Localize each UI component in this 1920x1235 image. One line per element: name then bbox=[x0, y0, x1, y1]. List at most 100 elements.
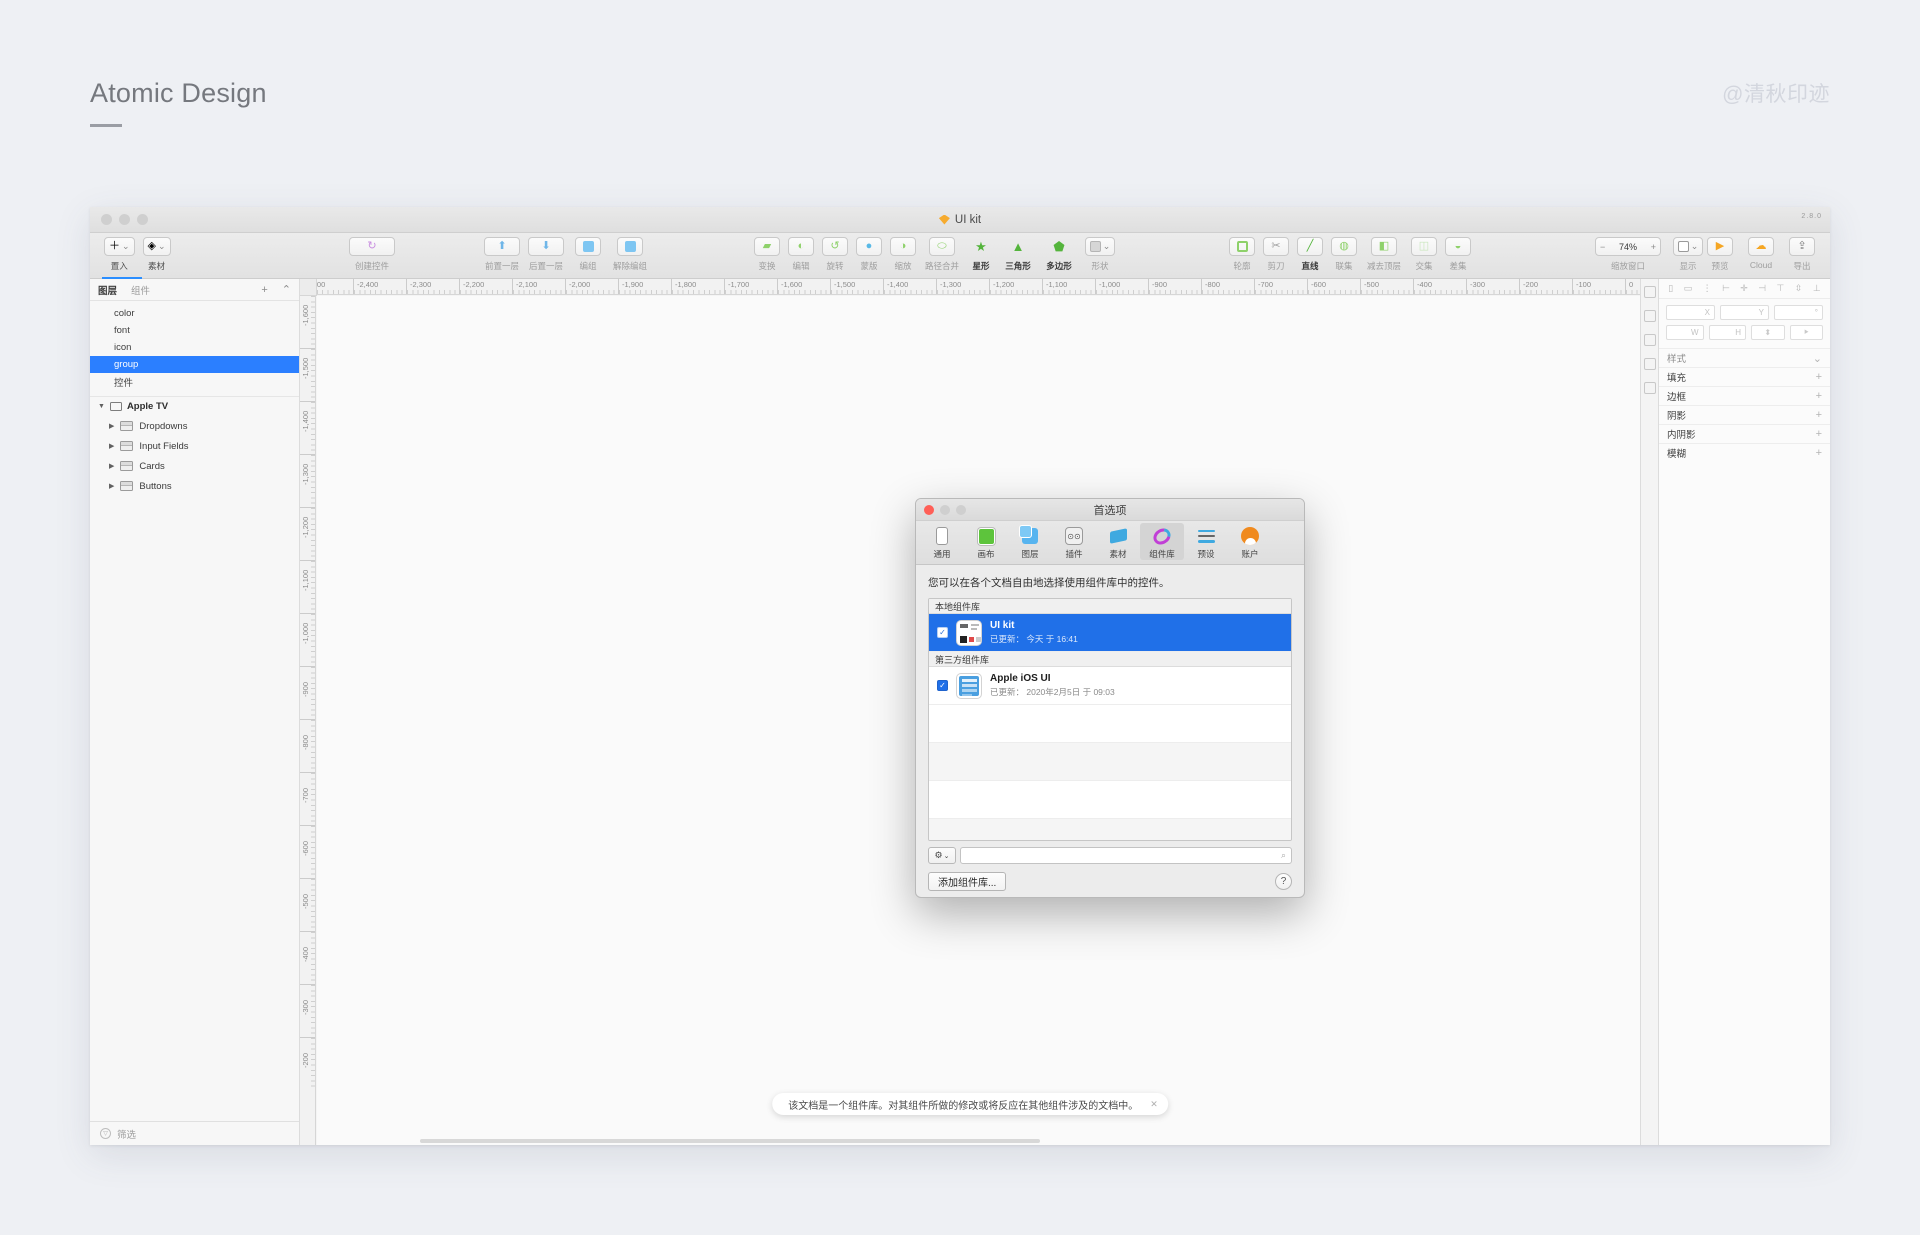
align-center-h-icon[interactable]: ▭ bbox=[1684, 283, 1693, 294]
align-bottom-icon[interactable]: ⊥ bbox=[1813, 283, 1821, 294]
intersect-icon[interactable]: ◫ bbox=[1411, 237, 1437, 256]
chevron-right-icon[interactable]: ▶ bbox=[109, 422, 114, 430]
preferences-dialog[interactable]: 首选项 通用 画布 图层 ⊙⊙ 插件 素材 组件库 预设 账户 您可以在各个文档… bbox=[915, 498, 1305, 898]
toolbar-item-zoom[interactable]: − 74% + 缩放窗口 bbox=[1590, 237, 1666, 272]
page-item-controls[interactable]: 控件 bbox=[90, 373, 299, 390]
chevron-down-icon[interactable]: ▼ bbox=[98, 403, 105, 410]
x-field[interactable]: X bbox=[1666, 305, 1715, 320]
toolbar-item-ungroup[interactable]: 解除编组 bbox=[608, 237, 652, 272]
flip-vertical-button[interactable]: ⯈ bbox=[1789, 325, 1823, 340]
transform-icon[interactable]: ▰ bbox=[754, 237, 780, 256]
ungroup-icon[interactable] bbox=[617, 237, 643, 256]
plus-chevron-icon[interactable]: ＋ ⌄ bbox=[104, 237, 135, 256]
distribute-v-icon[interactable]: ⇳ bbox=[1795, 283, 1803, 294]
library-checkbox[interactable]: ✓ bbox=[937, 680, 948, 691]
library-checkbox[interactable]: ✓ bbox=[937, 627, 948, 638]
page-item-font[interactable]: font bbox=[90, 322, 299, 339]
add-fill-icon[interactable]: + bbox=[1816, 371, 1822, 383]
rotate-icon[interactable]: ↺ bbox=[822, 237, 848, 256]
prefs-tab-general[interactable]: 通用 bbox=[920, 523, 964, 560]
toolbar-item-triangle[interactable]: ▲ 三角形 bbox=[998, 237, 1038, 272]
align-left-icon[interactable]: ▯ bbox=[1668, 283, 1673, 294]
distribute-h-icon[interactable]: ⋮ bbox=[1703, 283, 1712, 294]
bring-forward-icon[interactable]: ⬆ bbox=[484, 237, 520, 256]
align-middle-icon[interactable]: ✛ bbox=[1740, 283, 1748, 294]
edit-icon[interactable]: ◐ bbox=[788, 237, 814, 256]
align-top-icon[interactable]: ⊤ bbox=[1777, 283, 1785, 294]
prefs-tab-account[interactable]: 账户 bbox=[1228, 523, 1272, 560]
toolbar-item-edit[interactable]: ◐ 编辑 bbox=[784, 237, 818, 272]
toolbar-item-mask[interactable]: ● 蒙版 bbox=[852, 237, 886, 272]
insert-symbol-icon[interactable] bbox=[1643, 310, 1656, 322]
add-page-icon[interactable]: + bbox=[261, 284, 267, 296]
layout-icon[interactable] bbox=[1643, 382, 1656, 394]
cloud-icon[interactable]: ☁ bbox=[1748, 237, 1774, 256]
toolbar-item-send-backward[interactable]: ⬇ 后置一层 bbox=[524, 237, 568, 272]
send-backward-icon[interactable]: ⬇ bbox=[528, 237, 564, 256]
chevron-right-icon[interactable]: ▶ bbox=[109, 442, 114, 450]
prefs-tab-plugins[interactable]: ⊙⊙ 插件 bbox=[1052, 523, 1096, 560]
toolbar-item-bring-forward[interactable]: ⬆ 前置一层 bbox=[480, 237, 524, 272]
chevron-right-icon[interactable]: ▶ bbox=[109, 462, 114, 470]
inspector-section-border[interactable]: 边框 + bbox=[1659, 386, 1830, 405]
export-icon[interactable]: ⇪ bbox=[1789, 237, 1815, 256]
list-icon[interactable] bbox=[1643, 334, 1656, 346]
add-border-icon[interactable]: + bbox=[1816, 390, 1822, 402]
zoom-in-button[interactable]: + bbox=[1651, 242, 1656, 252]
search-input[interactable] bbox=[966, 850, 1281, 861]
toolbar-item-create-component[interactable]: ↻ 创建控件 bbox=[342, 237, 402, 272]
chevron-down-icon[interactable]: ⌄ bbox=[1813, 352, 1822, 365]
grid-icon[interactable] bbox=[1643, 358, 1656, 370]
shape-chevron-icon[interactable]: ⌄ bbox=[1084, 237, 1116, 256]
chevron-right-icon[interactable]: ▶ bbox=[109, 482, 114, 490]
add-shadow-icon[interactable]: + bbox=[1816, 409, 1822, 421]
refresh-icon[interactable]: ↻ bbox=[349, 237, 395, 256]
search-field[interactable]: ⌕ bbox=[960, 847, 1292, 864]
prefs-tab-preset[interactable]: 预设 bbox=[1184, 523, 1228, 560]
close-icon[interactable]: ✕ bbox=[1150, 1099, 1158, 1110]
width-field[interactable]: W bbox=[1666, 325, 1704, 340]
toolbar-item-intersect[interactable]: ◫ 交集 bbox=[1407, 237, 1441, 272]
prefs-tab-library[interactable]: 组件库 bbox=[1140, 523, 1184, 560]
zoom-out-button[interactable]: − bbox=[1600, 242, 1605, 252]
play-icon[interactable]: ▶ bbox=[1707, 237, 1733, 256]
toolbar-item-insert[interactable]: ＋ ⌄ 置入 bbox=[100, 237, 139, 272]
polygon-icon[interactable]: ⬟ bbox=[1046, 237, 1072, 256]
toolbar-item-shape[interactable]: ⌄ 形状 bbox=[1080, 237, 1120, 272]
toolbar-item-export[interactable]: ⇪ 导出 bbox=[1782, 237, 1822, 272]
toolbar-item-preview[interactable]: ▶ 预览 bbox=[1700, 237, 1740, 272]
outline-icon[interactable] bbox=[1229, 237, 1255, 256]
inspector-section-fill[interactable]: 填充 + bbox=[1659, 367, 1830, 386]
toolbar-item-scissors[interactable]: ✂ 剪刀 bbox=[1259, 237, 1293, 272]
difference-icon[interactable]: ◒ bbox=[1445, 237, 1471, 256]
library-row-ui-kit[interactable]: ✓ UI kit 已更新： 今天 于 16:41 bbox=[929, 614, 1291, 652]
mask-icon[interactable]: ● bbox=[856, 237, 882, 256]
scale-icon[interactable]: ◑ bbox=[890, 237, 916, 256]
library-row-apple-ios-ui[interactable]: ✓ Apple iOS UI 已更新： 2020年2月5日 于 09:03 bbox=[929, 667, 1291, 705]
canvas-scrollbar-horizontal[interactable] bbox=[420, 1139, 1040, 1143]
prefs-tab-layers[interactable]: 图层 bbox=[1008, 523, 1052, 560]
toolbar-item-cloud[interactable]: ☁ Cloud bbox=[1740, 237, 1782, 270]
layers-chevron-icon[interactable]: ◈ ⌄ bbox=[142, 237, 171, 256]
toolbar-item-path-merge[interactable]: ⬭ 路径合并 bbox=[920, 237, 964, 272]
union-icon[interactable]: ◍ bbox=[1331, 237, 1357, 256]
subtract-icon[interactable]: ◧ bbox=[1371, 237, 1397, 256]
add-blur-icon[interactable]: + bbox=[1816, 447, 1822, 459]
scissors-icon[interactable]: ✂ bbox=[1263, 237, 1289, 256]
page-item-icon[interactable]: icon bbox=[90, 339, 299, 356]
rotation-field[interactable]: ° bbox=[1774, 305, 1823, 320]
inspector-section-shadow[interactable]: 阴影 + bbox=[1659, 405, 1830, 424]
inspector-section-blur[interactable]: 模糊 + bbox=[1659, 443, 1830, 462]
align-edge-icon[interactable]: ⊣ bbox=[1758, 283, 1766, 294]
toolbar-item-subtract[interactable]: ◧ 减去顶层 bbox=[1361, 237, 1407, 272]
height-field[interactable]: H bbox=[1708, 325, 1746, 340]
gear-icon[interactable]: gear-icon ⚙⌄ bbox=[928, 847, 956, 864]
toolbar-item-group[interactable]: 编组 bbox=[568, 237, 608, 272]
zoom-stepper-icon[interactable]: − 74% + bbox=[1595, 237, 1661, 256]
toolbar-item-polygon[interactable]: ⬟ 多边形 bbox=[1038, 237, 1080, 272]
toolbar-item-transform[interactable]: ▰ 变换 bbox=[750, 237, 784, 272]
triangle-icon[interactable]: ▲ bbox=[1005, 237, 1031, 256]
chevron-up-icon[interactable]: ⌃ bbox=[282, 283, 291, 296]
add-inner-shadow-icon[interactable]: + bbox=[1816, 428, 1822, 440]
prefs-tab-canvas[interactable]: 画布 bbox=[964, 523, 1008, 560]
